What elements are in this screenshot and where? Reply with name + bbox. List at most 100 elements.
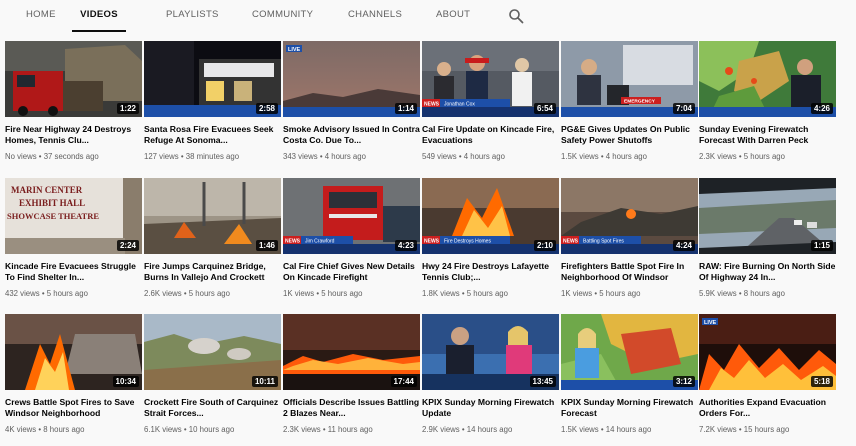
- video-thumbnail[interactable]: LIVE 1:14: [283, 41, 420, 117]
- video-thumbnail[interactable]: 10:11: [144, 314, 281, 390]
- duration-badge: 4:26: [810, 103, 833, 114]
- duration-badge: 13:45: [529, 376, 556, 387]
- video-title[interactable]: Firefighters Battle Spot Fire In Neighbo…: [561, 261, 698, 283]
- video-thumbnail[interactable]: 1:46: [144, 178, 281, 254]
- video-thumbnail[interactable]: EMERGENCY 7:04: [561, 41, 698, 117]
- video-thumbnail[interactable]: 2:58: [144, 41, 281, 117]
- video-card[interactable]: 2:58 Santa Rosa Fire Evacuees Seek Refug…: [144, 41, 281, 167]
- view-count: 2.3K views: [283, 425, 321, 434]
- video-title[interactable]: Authorities Expand Evacuation Orders For…: [699, 397, 836, 419]
- duration-badge: 2:24: [116, 240, 139, 251]
- live-label: LIVE: [704, 320, 717, 326]
- video-title[interactable]: KPIX Sunday Morning Firewatch Update: [422, 397, 559, 419]
- video-thumbnail[interactable]: 1:15: [699, 178, 836, 254]
- upload-age: 11 hours ago: [327, 425, 373, 434]
- video-meta: 549 views • 4 hours ago: [422, 152, 505, 161]
- video-thumbnail[interactable]: NEWS Battling Spot Fires 4:24: [561, 178, 698, 254]
- video-card[interactable]: 13:45 KPIX Sunday Morning Firewatch Upda…: [422, 314, 559, 440]
- video-title[interactable]: Hwy 24 Fire Destroys Lafayette Tennis Cl…: [422, 261, 559, 283]
- video-thumbnail[interactable]: 10:34: [5, 314, 142, 390]
- duration-badge: 5:18: [810, 376, 833, 387]
- view-count: 2.6K views: [144, 289, 182, 298]
- video-title[interactable]: Crews Battle Spot Fires to Save Windsor …: [5, 397, 142, 419]
- video-meta: 432 views • 5 hours ago: [5, 289, 88, 298]
- duration-badge: 6:54: [533, 103, 556, 114]
- video-title[interactable]: Fire Jumps Carquinez Bridge, Burns In Va…: [144, 261, 281, 283]
- video-meta: 1K views • 5 hours ago: [561, 289, 641, 298]
- view-count: No views: [5, 152, 37, 161]
- video-title[interactable]: Sunday Evening Firewatch Forecast With D…: [699, 124, 836, 146]
- sign-line-1: MARIN CENTER: [11, 185, 83, 195]
- video-thumbnail[interactable]: 1:22: [5, 41, 142, 117]
- video-meta: 5.9K views • 8 hours ago: [699, 289, 785, 298]
- video-card[interactable]: 10:34 Crews Battle Spot Fires to Save Wi…: [5, 314, 142, 440]
- duration-badge: 2:10: [533, 240, 556, 251]
- view-count: 1.5K views: [561, 152, 599, 161]
- video-title[interactable]: RAW: Fire Burning On North Side Of Highw…: [699, 261, 836, 283]
- video-title[interactable]: PG&E Gives Updates On Public Safety Powe…: [561, 124, 698, 146]
- upload-age: 8 hours ago: [743, 289, 785, 298]
- video-meta: 2.6K views • 5 hours ago: [144, 289, 230, 298]
- video-card[interactable]: 3:12 KPIX Sunday Morning Firewatch Forec…: [561, 314, 698, 440]
- duration-badge: 7:04: [672, 103, 695, 114]
- video-title[interactable]: KPIX Sunday Morning Firewatch Forecast: [561, 397, 698, 419]
- duration-badge: 1:15: [810, 240, 833, 251]
- video-thumbnail[interactable]: NEWS Jonathan Cox 6:54: [422, 41, 559, 117]
- video-title[interactable]: Smoke Advisory Issued In Contra Costa Co…: [283, 124, 420, 146]
- video-meta: 7.2K views • 15 hours ago: [699, 425, 790, 434]
- video-card[interactable]: 1:22 Fire Near Highway 24 Destroys Homes…: [5, 41, 142, 167]
- upload-age: 5 hours ago: [466, 289, 508, 298]
- video-meta: 1K views • 5 hours ago: [283, 289, 363, 298]
- video-thumbnail[interactable]: 3:12: [561, 314, 698, 390]
- upload-age: 8 hours ago: [43, 425, 85, 434]
- video-title[interactable]: Officials Describe Issues Battling 2 Bla…: [283, 397, 420, 419]
- video-title[interactable]: Fire Near Highway 24 Destroys Homes, Ten…: [5, 124, 142, 146]
- upload-age: 5 hours ago: [599, 289, 641, 298]
- video-thumbnail[interactable]: MARIN CENTER EXHIBIT HALL SHOWCASE THEAT…: [5, 178, 142, 254]
- sign-line-2: EXHIBIT HALL: [19, 198, 85, 208]
- duration-badge: 1:22: [116, 103, 139, 114]
- upload-age: 4 hours ago: [605, 152, 647, 161]
- upload-age: 14 hours ago: [605, 425, 652, 434]
- video-title[interactable]: Kincade Fire Evacuees Struggle To Find S…: [5, 261, 142, 283]
- video-card[interactable]: NEWS Battling Spot Fires 4:24 Firefighte…: [561, 178, 698, 304]
- video-card[interactable]: 10:11 Crockett Fire South of Carquinez S…: [144, 314, 281, 440]
- video-meta: 2.3K views • 5 hours ago: [699, 152, 785, 161]
- video-thumbnail[interactable]: NEWS Jim Crawford 4:23: [283, 178, 420, 254]
- video-title[interactable]: Cal Fire Update on Kincade Fire, Evacuat…: [422, 124, 559, 146]
- news-label: NEWS: [424, 239, 440, 245]
- video-card[interactable]: 4:26 Sunday Evening Firewatch Forecast W…: [699, 41, 836, 167]
- view-count: 1K views: [283, 289, 315, 298]
- view-count: 7.2K views: [699, 425, 737, 434]
- video-card[interactable]: NEWS Jim Crawford 4:23 Cal Fire Chief Gi…: [283, 178, 420, 304]
- upload-age: 5 hours ago: [321, 289, 363, 298]
- video-thumbnail[interactable]: LIVE 5:18: [699, 314, 836, 390]
- view-count: 6.1K views: [144, 425, 182, 434]
- video-card[interactable]: 17:44 Officials Describe Issues Battling…: [283, 314, 420, 440]
- video-thumbnail[interactable]: 13:45: [422, 314, 559, 390]
- video-card[interactable]: NEWS Fire Destroys Homes 2:10 Hwy 24 Fir…: [422, 178, 559, 304]
- video-thumbnail[interactable]: 17:44: [283, 314, 420, 390]
- video-title[interactable]: Santa Rosa Fire Evacuees Seek Refuge At …: [144, 124, 281, 146]
- video-meta: 2.3K views • 11 hours ago: [283, 425, 373, 434]
- video-title[interactable]: Crockett Fire South of Carquinez Strait …: [144, 397, 281, 419]
- video-card[interactable]: LIVE 5:18 Authorities Expand Evacuation …: [699, 314, 836, 440]
- video-card[interactable]: 1:15 RAW: Fire Burning On North Side Of …: [699, 178, 836, 304]
- video-card[interactable]: NEWS Jonathan Cox 6:54 Cal Fire Update o…: [422, 41, 559, 167]
- sign-line-3: SHOWCASE THEATRE: [7, 211, 99, 221]
- upload-age: 4 hours ago: [463, 152, 505, 161]
- duration-badge: 4:23: [394, 240, 417, 251]
- upload-age: 15 hours ago: [743, 425, 790, 434]
- video-title[interactable]: Cal Fire Chief Gives New Details On Kinc…: [283, 261, 420, 283]
- video-thumbnail[interactable]: 4:26: [699, 41, 836, 117]
- video-meta: 2.9K views • 14 hours ago: [422, 425, 513, 434]
- video-meta: 127 views • 38 minutes ago: [144, 152, 240, 161]
- video-card[interactable]: MARIN CENTER EXHIBIT HALL SHOWCASE THEAT…: [5, 178, 142, 304]
- video-card[interactable]: EMERGENCY 7:04 PG&E Gives Updates On Pub…: [561, 41, 698, 167]
- news-label: NEWS: [285, 239, 301, 245]
- view-count: 343 views: [283, 152, 318, 161]
- lower-third-headline: Fire Destroys Homes: [444, 239, 491, 245]
- video-thumbnail[interactable]: NEWS Fire Destroys Homes 2:10: [422, 178, 559, 254]
- video-card[interactable]: LIVE 1:14 Smoke Advisory Issued In Contr…: [283, 41, 420, 167]
- video-card[interactable]: 1:46 Fire Jumps Carquinez Bridge, Burns …: [144, 178, 281, 304]
